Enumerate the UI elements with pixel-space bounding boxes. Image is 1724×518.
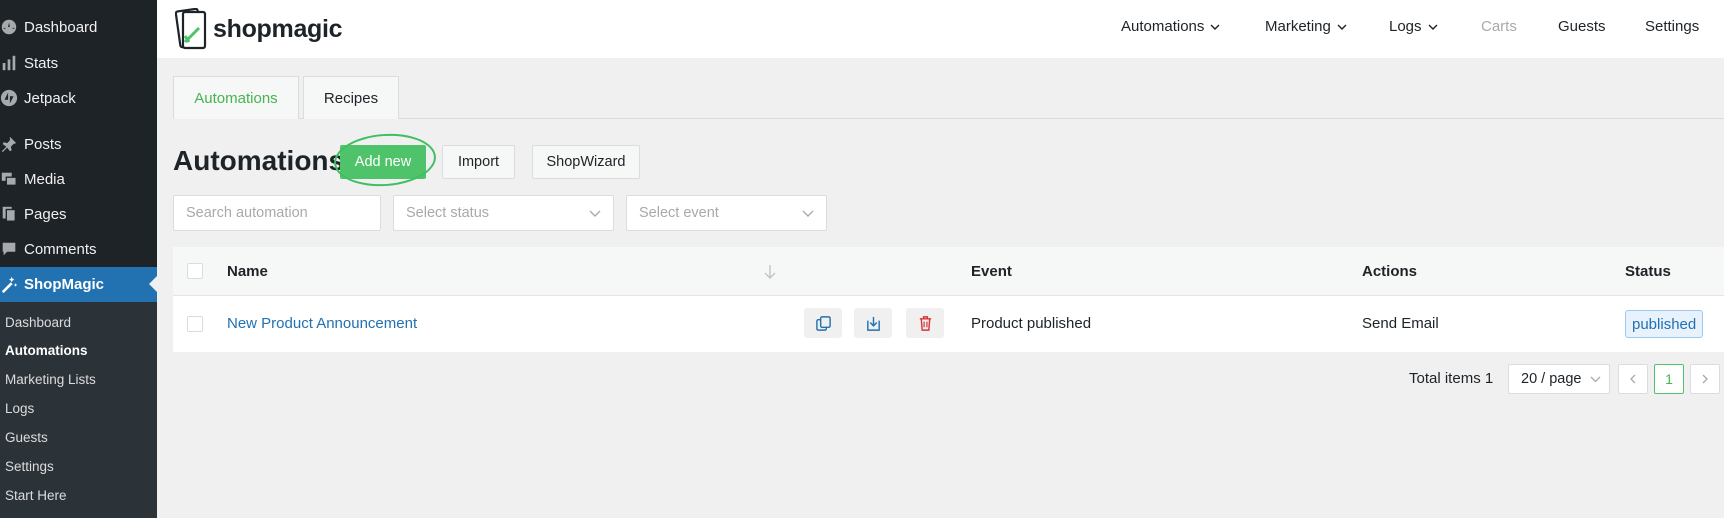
page-number-button[interactable]: 1 [1654, 364, 1684, 394]
shopmagic-submenu: Dashboard Automations Marketing Lists Lo… [0, 302, 157, 518]
tabs-divider [173, 118, 1724, 119]
delete-button[interactable] [906, 308, 944, 338]
chevron-down-icon [1590, 376, 1601, 383]
topnav-automations[interactable]: Automations [1121, 18, 1220, 35]
column-header-actions: Actions [1362, 263, 1418, 280]
page-size-value: 20 / page [1521, 371, 1582, 387]
trash-icon [919, 315, 931, 331]
automation-name-link[interactable]: New Product Announcement [227, 315, 417, 332]
total-items: Total items 1 [1409, 370, 1494, 387]
sidebar-item-label: ShopMagic [24, 276, 105, 293]
sidebar-item-label: Stats [24, 54, 59, 72]
sidebar-item-label: Comments [24, 240, 97, 258]
export-button[interactable] [854, 308, 892, 338]
chevron-down-icon [1210, 24, 1220, 30]
table-row: New Product Announcement Product publish… [173, 296, 1724, 352]
topnav-label: Automations [1121, 18, 1205, 35]
highlight-annotation [332, 130, 438, 190]
prev-page-button[interactable] [1618, 364, 1648, 394]
status-select[interactable]: Select status [393, 195, 614, 231]
submenu-logs[interactable]: Logs [5, 401, 34, 416]
event-select[interactable]: Select event [626, 195, 827, 231]
page-size-select[interactable]: 20 / page [1508, 364, 1610, 394]
column-header-name[interactable]: Name [227, 263, 268, 280]
shopwizard-button[interactable]: ShopWizard [532, 145, 640, 179]
sidebar-item-label: Pages [24, 205, 67, 223]
status-placeholder: Select status [406, 205, 490, 221]
page-title: Automations [173, 145, 345, 176]
submenu-settings[interactable]: Settings [5, 459, 54, 474]
sidebar-item-label: Posts [24, 135, 62, 153]
topnav-label: Marketing [1265, 18, 1331, 35]
shopmagic-logo-icon [175, 8, 207, 50]
shopmagic-logo[interactable]: shopmagic [175, 8, 343, 50]
sidebar-item-pages[interactable]: Pages [0, 197, 157, 231]
pin-icon [0, 135, 24, 153]
jetpack-icon [0, 89, 24, 107]
sidebar-item-dashboard[interactable]: Dashboard [0, 10, 157, 44]
sort-arrow-icon[interactable] [764, 264, 776, 280]
submenu-guests[interactable]: Guests [5, 430, 48, 445]
automations-table: Name Event Actions Status New Product An… [173, 247, 1724, 352]
topnav-guests[interactable]: Guests [1558, 18, 1606, 35]
sidebar-item-label: Dashboard [24, 18, 98, 36]
sidebar-item-comments[interactable]: Comments [0, 232, 157, 266]
sidebar-item-label: Media [24, 170, 65, 188]
topnav-label: Carts [1481, 18, 1517, 35]
sidebar-item-stats[interactable]: Stats [0, 46, 157, 80]
sidebar-item-media[interactable]: Media [0, 162, 157, 196]
chevron-right-icon [1702, 374, 1708, 384]
pages-icon [0, 205, 24, 223]
chevron-left-icon [1630, 374, 1636, 384]
import-button[interactable]: Import [442, 145, 515, 179]
topnav-settings[interactable]: Settings [1645, 18, 1699, 35]
topnav-label: Logs [1389, 18, 1422, 35]
tab-recipes[interactable]: Recipes [303, 76, 399, 119]
table-header: Name Event Actions Status [173, 247, 1724, 296]
topnav-logs[interactable]: Logs [1389, 18, 1438, 35]
brand-name: shopmagic [213, 14, 343, 43]
row-checkbox[interactable] [187, 316, 203, 332]
chevron-down-icon [1337, 24, 1347, 30]
status-badge: published [1625, 310, 1704, 338]
sidebar-item-jetpack[interactable]: Jetpack [0, 81, 157, 115]
download-icon [866, 316, 880, 331]
submenu-marketing-lists[interactable]: Marketing Lists [5, 372, 96, 387]
chevron-down-icon [1428, 24, 1438, 30]
select-all-checkbox[interactable] [187, 263, 203, 279]
duplicate-button[interactable] [804, 308, 842, 338]
chevron-down-icon [802, 210, 814, 217]
topnav-label: Settings [1645, 18, 1700, 35]
copy-icon [815, 315, 831, 331]
column-header-status: Status [1625, 263, 1671, 280]
search-input[interactable]: Search automation [173, 195, 381, 231]
chevron-down-icon [589, 210, 601, 217]
submenu-start-here[interactable]: Start Here [5, 488, 67, 503]
topnav-carts[interactable]: Carts [1481, 18, 1517, 35]
next-page-button[interactable] [1690, 364, 1720, 394]
topnav-label: Guests [1558, 18, 1606, 35]
search-placeholder: Search automation [186, 205, 308, 221]
actions-cell: Send Email [1362, 315, 1439, 332]
sidebar-item-posts[interactable]: Posts [0, 127, 157, 161]
tab-automations[interactable]: Automations [173, 76, 299, 119]
admin-sidebar: Dashboard Stats Jetpack Posts Media Page… [0, 0, 157, 518]
sidebar-item-shopmagic[interactable]: ShopMagic [0, 267, 157, 302]
top-bar: shopmagic Automations Marketing Logs Car… [157, 0, 1724, 58]
submenu-automations[interactable]: Automations [5, 343, 88, 358]
event-placeholder: Select event [639, 205, 719, 221]
event-cell: Product published [971, 315, 1092, 332]
column-header-event: Event [971, 263, 1012, 280]
dashboard-icon [0, 18, 24, 36]
comment-icon [0, 240, 24, 258]
stats-icon [0, 54, 24, 72]
submenu-dashboard[interactable]: Dashboard [5, 315, 71, 330]
sidebar-item-label: Jetpack [24, 89, 76, 107]
media-icon [0, 170, 24, 188]
magic-wand-icon [0, 276, 24, 294]
topnav-marketing[interactable]: Marketing [1265, 18, 1347, 35]
